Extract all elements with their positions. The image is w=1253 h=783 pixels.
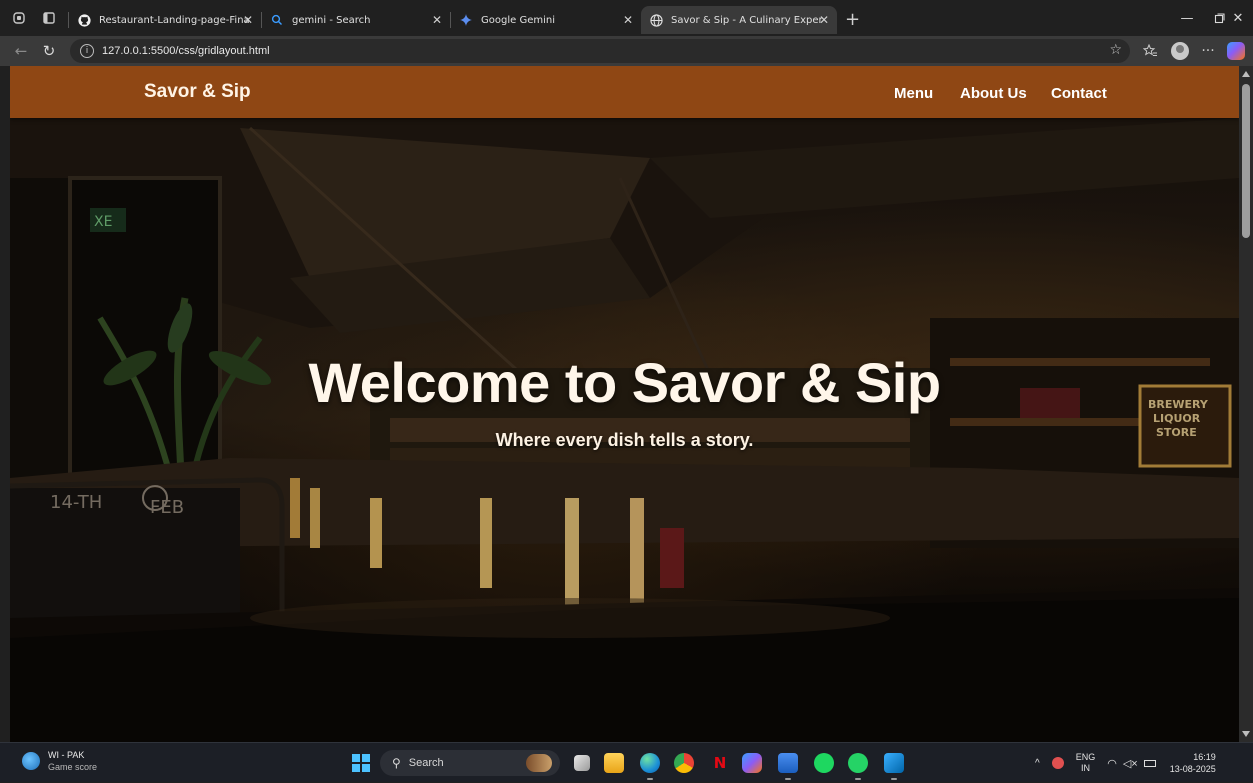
clock[interactable]: 16:19 13-08-2025 bbox=[1170, 751, 1216, 775]
scroll-up-arrow-icon[interactable] bbox=[1242, 71, 1250, 77]
tab-savor-and-sip[interactable]: Savor & Sip - A Culinary Experien ✕ bbox=[641, 6, 837, 34]
site-header: Savor & Sip Menu About Us Contact bbox=[10, 66, 1239, 118]
close-tab-icon[interactable]: ✕ bbox=[623, 13, 633, 27]
lang-code: ENG bbox=[1075, 752, 1096, 762]
windows-start-icon[interactable] bbox=[352, 754, 370, 772]
volume-icon[interactable]: ◁× bbox=[1123, 757, 1138, 770]
tab-label: Restaurant-Landing-page-Final/ir bbox=[99, 14, 249, 26]
profile-avatar[interactable] bbox=[1170, 41, 1190, 61]
clock-time: 16:19 bbox=[1193, 752, 1216, 762]
tab-github[interactable]: Restaurant-Landing-page-Final/ir ✕ bbox=[69, 6, 261, 34]
hero-section: XE BREWERY LIQUOR STORE 14-TH FEB Welcom… bbox=[10, 118, 1239, 742]
browser-tab-strip: Restaurant-Landing-page-Final/ir ✕ gemin… bbox=[0, 0, 1253, 36]
more-options-icon[interactable]: ··· bbox=[1198, 41, 1218, 61]
tab-label: Savor & Sip - A Culinary Experien bbox=[671, 14, 823, 26]
search-icon bbox=[270, 13, 284, 27]
copilot-app-icon[interactable] bbox=[742, 753, 762, 773]
hero-title: Welcome to Savor & Sip bbox=[308, 351, 941, 414]
whatsapp-icon[interactable] bbox=[848, 753, 868, 780]
windows-taskbar: WI - PAK Game score ⚲ Search N ^ ENG IN … bbox=[0, 742, 1253, 782]
widget-text: WI - PAK Game score bbox=[48, 749, 97, 773]
copilot-icon[interactable] bbox=[1226, 41, 1246, 61]
vscode-icon[interactable] bbox=[884, 753, 904, 780]
close-window-icon[interactable]: ✕ bbox=[1216, 0, 1253, 36]
hero-subtitle: Where every dish tells a story. bbox=[495, 430, 754, 450]
tab-label: gemini - Search bbox=[292, 14, 371, 26]
show-hidden-icons-icon[interactable]: ^ bbox=[1035, 758, 1040, 769]
site-info-icon[interactable]: i bbox=[80, 44, 94, 58]
wifi-icon[interactable]: ◠ bbox=[1107, 757, 1117, 770]
close-tab-icon[interactable]: ✕ bbox=[432, 13, 442, 27]
tab-label: Google Gemini bbox=[481, 14, 555, 26]
tab-gemini-search[interactable]: gemini - Search ✕ bbox=[262, 6, 450, 34]
github-icon bbox=[77, 13, 91, 27]
favorite-star-icon[interactable]: ☆ bbox=[1109, 42, 1122, 58]
lang-region: IN bbox=[1080, 763, 1090, 773]
avatar-icon bbox=[1171, 42, 1189, 60]
scroll-down-arrow-icon[interactable] bbox=[1242, 731, 1250, 737]
search-icon: ⚲ bbox=[392, 756, 401, 770]
globe-icon bbox=[649, 13, 663, 27]
page-scrollbar[interactable] bbox=[1239, 66, 1253, 742]
widget-title: WI - PAK bbox=[48, 750, 85, 760]
system-tray: ^ ENG IN ◠ ◁× 16:19 13-08-2025 bbox=[1035, 743, 1216, 783]
widget-subtitle: Game score bbox=[48, 762, 98, 772]
nav-link-menu[interactable]: Menu bbox=[894, 85, 933, 102]
new-tab-icon[interactable]: + bbox=[845, 9, 860, 30]
weather-widget[interactable]: WI - PAK Game score bbox=[22, 749, 97, 773]
cricket-score-icon bbox=[22, 752, 40, 770]
battery-icon[interactable] bbox=[1143, 759, 1156, 767]
tray-app-icon[interactable] bbox=[1051, 757, 1064, 769]
page-viewport: Savor & Sip Menu About Us Contact XE BRE… bbox=[10, 66, 1239, 742]
language-indicator[interactable]: ENG IN bbox=[1076, 752, 1096, 774]
workspaces-icon[interactable] bbox=[8, 7, 30, 29]
taskbar-search-label: Search bbox=[408, 757, 444, 769]
close-tab-icon[interactable]: ✕ bbox=[243, 13, 253, 27]
refresh-icon[interactable]: ↻ bbox=[36, 38, 62, 64]
gemini-icon bbox=[459, 13, 473, 27]
search-highlight-image bbox=[526, 754, 552, 772]
taskbar-search[interactable]: ⚲ Search bbox=[380, 750, 560, 776]
file-explorer-icon[interactable] bbox=[604, 753, 624, 773]
word-icon[interactable] bbox=[778, 753, 798, 780]
address-url: 127.0.0.1:5500/css/gridlayout.html bbox=[102, 45, 270, 57]
close-tab-icon[interactable]: ✕ bbox=[819, 13, 829, 27]
nav-link-contact[interactable]: Contact bbox=[1051, 85, 1107, 102]
site-logo[interactable]: Savor & Sip bbox=[144, 81, 251, 103]
tab-google-gemini[interactable]: Google Gemini ✕ bbox=[451, 6, 641, 34]
spotify-icon[interactable] bbox=[814, 753, 834, 773]
back-icon[interactable]: ← bbox=[8, 38, 34, 64]
favorites-icon[interactable] bbox=[1140, 41, 1160, 61]
clock-date: 13-08-2025 bbox=[1169, 764, 1216, 774]
nav-link-about-us[interactable]: About Us bbox=[960, 85, 1027, 102]
address-bar[interactable]: i 127.0.0.1:5500/css/gridlayout.html ☆ bbox=[70, 39, 1130, 63]
scroll-thumb[interactable] bbox=[1242, 84, 1250, 238]
task-view-icon[interactable] bbox=[574, 755, 590, 771]
chrome-icon[interactable] bbox=[674, 753, 694, 773]
copilot-logo bbox=[1227, 42, 1245, 60]
browser-toolbar: ← ↻ i 127.0.0.1:5500/css/gridlayout.html… bbox=[0, 36, 1253, 66]
tab-actions-icon[interactable] bbox=[38, 7, 60, 29]
netflix-icon[interactable]: N bbox=[710, 753, 730, 773]
edge-browser-icon[interactable] bbox=[640, 753, 660, 780]
